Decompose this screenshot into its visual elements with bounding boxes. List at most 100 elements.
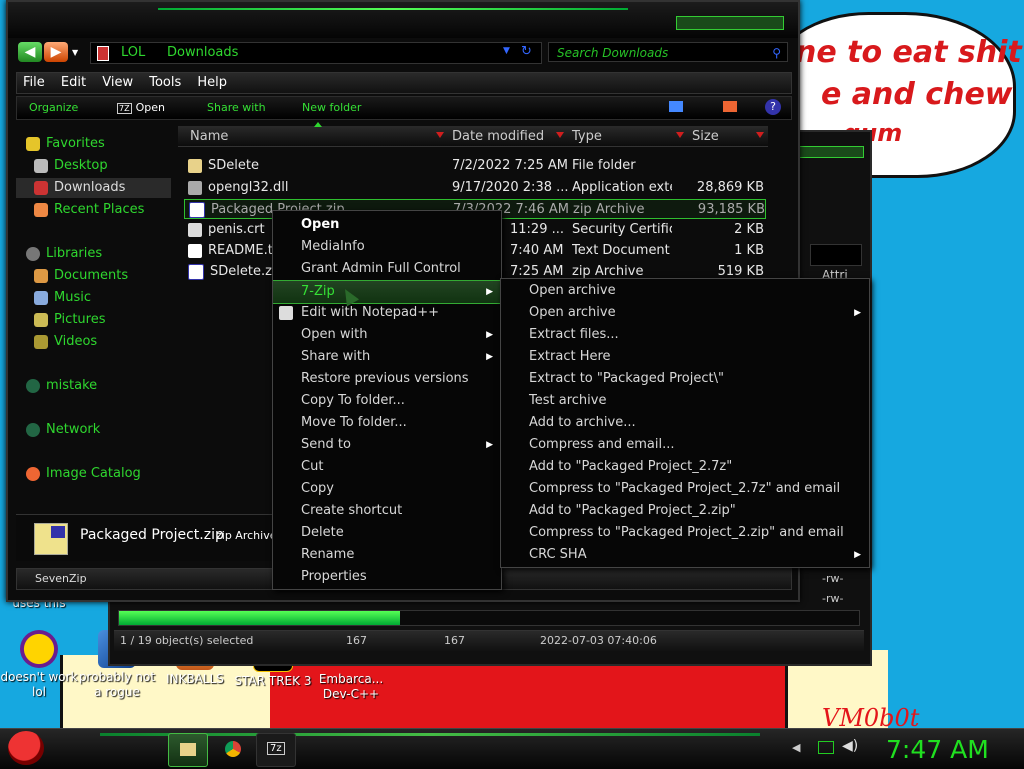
file-row[interactable]: SDelete 7/2/2022 7:25 AM File folder <box>184 156 766 176</box>
volume-icon[interactable]: ◀) <box>842 738 858 754</box>
zip-open-archive-submenu[interactable]: Open archive ▶ <box>501 302 869 324</box>
column-size-filter-icon[interactable] <box>756 132 764 138</box>
menu-item-notepadpp[interactable]: Edit with Notepad++ <box>273 302 501 324</box>
nav-recent-places[interactable]: Recent Places <box>16 200 171 220</box>
breadcrumb-root[interactable]: LOL <box>121 45 145 60</box>
nav-desktop[interactable]: Desktop <box>16 156 171 176</box>
organize-button[interactable]: Organize <box>29 101 78 114</box>
column-date-filter-icon[interactable] <box>556 132 564 138</box>
zip-add-to-7z[interactable]: Add to "Packaged Project_2.7z" <box>501 456 869 478</box>
taskbar-explorer-button[interactable] <box>168 733 208 767</box>
column-type-filter-icon[interactable] <box>676 132 684 138</box>
menu-item-create-shortcut[interactable]: Create shortcut <box>273 500 501 522</box>
recent-pages-chevron-icon[interactable]: ▼ <box>72 48 78 57</box>
taskbar-7zip-button[interactable]: 7z <box>256 733 296 767</box>
refresh-icon[interactable]: ↻ <box>521 44 532 59</box>
zip-compress-zip-email[interactable]: Compress to "Packaged Project_2.zip" and… <box>501 522 869 544</box>
preview-pane-icon[interactable] <box>723 101 737 112</box>
file-type: Application exte... <box>572 180 672 195</box>
menu-item-grant-admin[interactable]: Grant Admin Full Control <box>273 258 501 280</box>
zip-extract-files[interactable]: Extract files... <box>501 324 869 346</box>
title-bar[interactable] <box>8 2 798 38</box>
nav-network[interactable]: Network <box>16 420 171 440</box>
menu-item-rename[interactable]: Rename <box>273 544 501 566</box>
dropdown-field[interactable] <box>810 244 862 266</box>
menu-item-cut[interactable]: Cut <box>273 456 501 478</box>
menu-item-properties[interactable]: Properties <box>273 566 501 588</box>
menu-item-copy-to[interactable]: Copy To folder... <box>273 390 501 412</box>
bubble-line-1: ne to eat shit <box>795 35 1022 70</box>
menu-item-restore[interactable]: Restore previous versions <box>273 368 501 390</box>
zip-compress-email[interactable]: Compress and email... <box>501 434 869 456</box>
nav-videos[interactable]: Videos <box>16 332 171 352</box>
nav-downloads[interactable]: Downloads <box>16 178 171 198</box>
zip-extract-here[interactable]: Extract Here <box>501 346 869 368</box>
zip-add-to-archive[interactable]: Add to archive... <box>501 412 869 434</box>
search-icon[interactable]: ⚲ <box>772 43 781 63</box>
share-with-button[interactable]: Share with <box>207 101 266 114</box>
text-file-icon <box>188 243 202 258</box>
menu-item-move-to[interactable]: Move To folder... <box>273 412 501 434</box>
menu-file[interactable]: File <box>23 75 45 90</box>
column-date[interactable]: Date modified <box>452 129 544 144</box>
nav-image-catalog[interactable]: Image Catalog <box>16 464 171 484</box>
zip-archive-large-icon <box>34 523 68 555</box>
submenu-arrow-icon: ▶ <box>486 440 493 450</box>
start-button-angry-bird-icon[interactable] <box>8 731 44 765</box>
menu-help[interactable]: Help <box>197 75 227 90</box>
menu-item-delete[interactable]: Delete <box>273 522 501 544</box>
back-button[interactable]: ◀ <box>18 42 42 62</box>
taskbar-chrome-button[interactable] <box>214 733 252 765</box>
zip-test-archive[interactable]: Test archive <box>501 390 869 412</box>
column-type[interactable]: Type <box>572 129 602 144</box>
window-controls[interactable] <box>676 16 784 30</box>
nav-libraries[interactable]: Libraries <box>16 244 171 264</box>
file-row[interactable]: opengl32.dll 9/17/2020 2:38 ... Applicat… <box>184 178 766 198</box>
menu-tools[interactable]: Tools <box>149 75 181 90</box>
menu-item-7zip[interactable]: 7-Zip ▶ <box>273 280 501 304</box>
address-dropdown-icon[interactable]: ▼ <box>503 46 510 56</box>
status-datetime: 2022-07-03 07:40:06 <box>540 634 657 647</box>
menu-item-send-to[interactable]: Send to ▶ <box>273 434 501 456</box>
zip-crc-sha[interactable]: CRC SHA ▶ <box>501 544 869 566</box>
nav-pictures[interactable]: Pictures <box>16 310 171 330</box>
videos-icon <box>34 334 48 349</box>
forward-button[interactable]: ▶ <box>44 42 68 62</box>
menu-view[interactable]: View <box>102 75 133 90</box>
menu-edit[interactable]: Edit <box>61 75 86 90</box>
help-icon[interactable]: ? <box>765 99 781 115</box>
homegroup-icon <box>26 378 40 393</box>
new-folder-button[interactable]: New folder <box>302 101 361 114</box>
menu-item-share-with[interactable]: Share with ▶ <box>273 346 501 368</box>
zip-open-archive[interactable]: Open archive <box>501 280 869 302</box>
taskbar: 7z ◀ ◀) <box>0 728 1024 769</box>
column-name-filter-icon[interactable] <box>436 132 444 138</box>
nav-label: Pictures <box>54 312 106 327</box>
network-tray-icon[interactable] <box>818 741 834 754</box>
taskbar-clock[interactable]: 7:47 AM <box>886 735 989 764</box>
yahoo-messenger-icon <box>20 630 58 668</box>
submenu-arrow-icon: ▶ <box>486 330 493 340</box>
breadcrumb-folder[interactable]: Downloads <box>167 45 238 60</box>
menu-item-mediainfo[interactable]: MediaInfo <box>273 236 501 258</box>
show-hidden-icons-icon[interactable]: ◀ <box>792 741 800 754</box>
change-view-icon[interactable] <box>669 101 683 112</box>
search-input[interactable]: Search Downloads ⚲ <box>548 42 788 62</box>
nav-label: Music <box>54 290 91 305</box>
nav-mistake[interactable]: mistake <box>16 376 171 396</box>
zip-extract-to-folder[interactable]: Extract to "Packaged Project\" <box>501 368 869 390</box>
desktop-icon-yahoo[interactable]: doesn't work lol <box>0 630 80 700</box>
column-size[interactable]: Size <box>692 129 719 144</box>
submenu-arrow-icon: ▶ <box>486 352 493 362</box>
column-name[interactable]: Name <box>190 129 228 144</box>
zip-add-to-zip[interactable]: Add to "Packaged Project_2.zip" <box>501 500 869 522</box>
menu-item-copy[interactable]: Copy <box>273 478 501 500</box>
menu-item-open[interactable]: Open <box>273 214 501 236</box>
nav-documents[interactable]: Documents <box>16 266 171 286</box>
zip-compress-7z-email[interactable]: Compress to "Packaged Project_2.7z" and … <box>501 478 869 500</box>
menu-item-open-with[interactable]: Open with ▶ <box>273 324 501 346</box>
open-button[interactable]: 7Z Open <box>117 101 165 114</box>
address-field[interactable]: LOL Downloads ▼ ↻ <box>90 42 542 64</box>
nav-favorites[interactable]: Favorites <box>16 134 171 154</box>
nav-music[interactable]: Music <box>16 288 171 308</box>
